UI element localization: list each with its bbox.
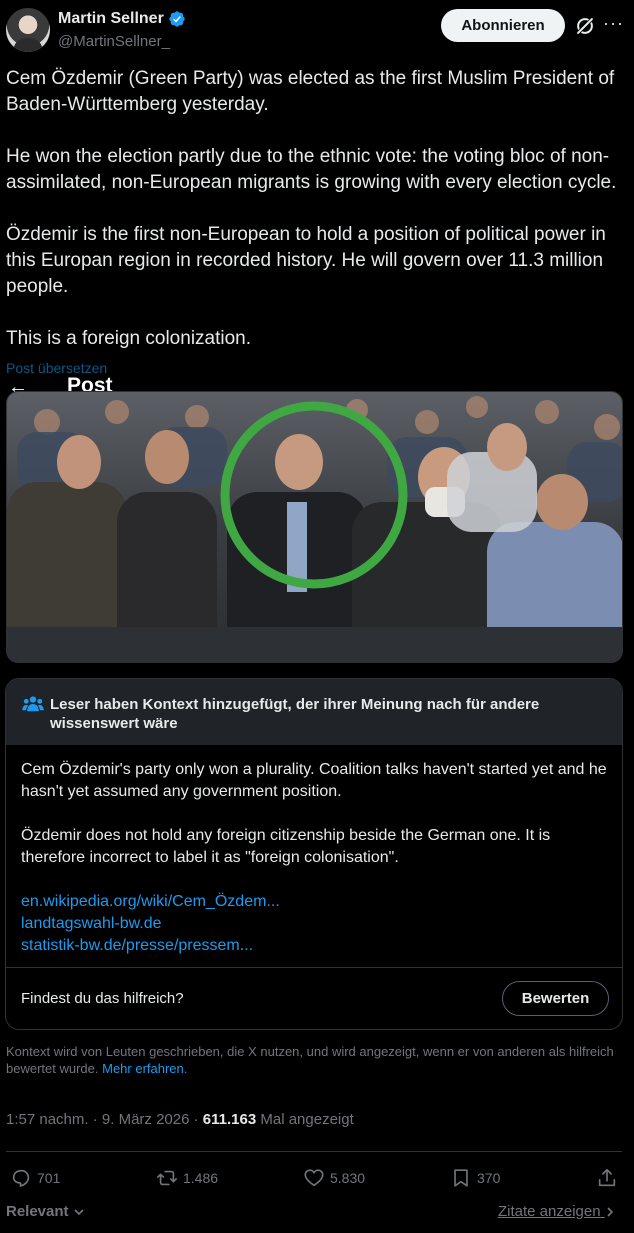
divider bbox=[6, 1151, 622, 1152]
helpful-question: Findest du das hilfreich? bbox=[21, 990, 184, 1007]
tweet-paragraph: This is a foreign colonization. bbox=[6, 328, 252, 349]
author-name[interactable]: Martin Sellner bbox=[58, 10, 164, 28]
chevron-right-icon bbox=[607, 1207, 613, 1217]
quotes-label: Zitate anzeigen bbox=[498, 1203, 601, 1220]
author-name-row[interactable]: Martin Sellner bbox=[58, 10, 186, 28]
view-quotes-link[interactable]: Zitate anzeigen bbox=[498, 1203, 615, 1220]
bookmark-button[interactable]: 370 bbox=[450, 1167, 500, 1189]
subscribe-button[interactable]: Abonnieren bbox=[441, 9, 565, 42]
more-options-icon[interactable]: ··· bbox=[603, 13, 624, 34]
tweet-text: Cem Özdemir (Green Party) was elected as… bbox=[6, 66, 628, 352]
bookmark-icon bbox=[454, 1169, 468, 1187]
heart-icon bbox=[304, 1169, 324, 1187]
views-label: Mal angezeigt bbox=[256, 1111, 354, 1128]
meta-separator: · bbox=[189, 1111, 203, 1128]
post-header: Martin Sellner @MartinSellner_ Abonniere… bbox=[0, 0, 634, 60]
meta-separator: · bbox=[88, 1111, 102, 1128]
tweet-paragraph: Cem Özdemir (Green Party) was elected as… bbox=[6, 68, 615, 115]
people-icon bbox=[22, 696, 44, 712]
source-link[interactable]: statistik-bw.de/presse/pressem... bbox=[21, 935, 611, 957]
post-meta: 1:57 nachm. · 9. März 2026 · 611.163 Mal… bbox=[6, 1111, 354, 1128]
bookmark-count: 370 bbox=[477, 1170, 501, 1186]
action-bar: 701 1.486 5.830 370 bbox=[0, 1162, 634, 1194]
tweet-paragraph: He won the election partly due to the et… bbox=[6, 146, 617, 193]
community-note-body: Cem Özdemir's party only won a plurality… bbox=[21, 759, 611, 957]
grok-icon[interactable] bbox=[574, 15, 596, 37]
note-paragraph: Cem Özdemir's party only won a plurality… bbox=[21, 761, 607, 800]
context-info-text: Kontext wird von Leuten geschrieben, die… bbox=[6, 1044, 614, 1076]
like-count: 5.830 bbox=[330, 1170, 366, 1186]
tweet-paragraph: Özdemir is the first non-European to hol… bbox=[6, 224, 606, 297]
chevron-down-icon bbox=[74, 1209, 84, 1216]
context-info-end: . bbox=[183, 1061, 188, 1076]
reply-count: 701 bbox=[37, 1170, 61, 1186]
sort-relevant-dropdown[interactable]: Relevant bbox=[6, 1203, 85, 1220]
verified-badge-icon bbox=[169, 11, 185, 27]
community-note-title: Leser haben Kontext hinzugefügt, der ihr… bbox=[50, 696, 540, 732]
reply-button[interactable]: 701 bbox=[10, 1167, 60, 1189]
learn-more-link[interactable]: Mehr erfahren bbox=[102, 1061, 184, 1076]
rate-button[interactable]: Bewerten bbox=[502, 981, 609, 1016]
share-button[interactable] bbox=[596, 1167, 618, 1189]
context-info: Kontext wird von Leuten geschrieben, die… bbox=[6, 1043, 622, 1077]
photo-illustration bbox=[7, 392, 622, 662]
like-button[interactable]: 5.830 bbox=[303, 1167, 365, 1189]
note-paragraph: Özdemir does not hold any foreign citize… bbox=[21, 827, 551, 866]
reply-icon bbox=[12, 1169, 30, 1188]
source-link[interactable]: en.wikipedia.org/wiki/Cem_Özdem... bbox=[21, 891, 611, 913]
repost-icon bbox=[157, 1170, 177, 1186]
divider bbox=[6, 967, 622, 968]
post-image[interactable] bbox=[6, 391, 623, 663]
source-link[interactable]: landtagswahl-bw.de bbox=[21, 913, 611, 935]
source-links: en.wikipedia.org/wiki/Cem_Özdem... landt… bbox=[21, 891, 611, 957]
post-time[interactable]: 1:57 nachm. bbox=[6, 1111, 89, 1128]
author-handle[interactable]: @MartinSellner_ bbox=[58, 33, 170, 50]
sort-label: Relevant bbox=[6, 1203, 69, 1220]
community-note-header: Leser haben Kontext hinzugefügt, der ihr… bbox=[6, 679, 622, 745]
repost-count: 1.486 bbox=[183, 1170, 219, 1186]
repost-button[interactable]: 1.486 bbox=[156, 1167, 218, 1189]
community-note: Leser haben Kontext hinzugefügt, der ihr… bbox=[5, 678, 623, 1030]
avatar[interactable] bbox=[6, 8, 50, 52]
post-date[interactable]: 9. März 2026 bbox=[102, 1111, 190, 1128]
views-count: 611.163 bbox=[202, 1111, 257, 1128]
share-icon bbox=[598, 1168, 616, 1187]
